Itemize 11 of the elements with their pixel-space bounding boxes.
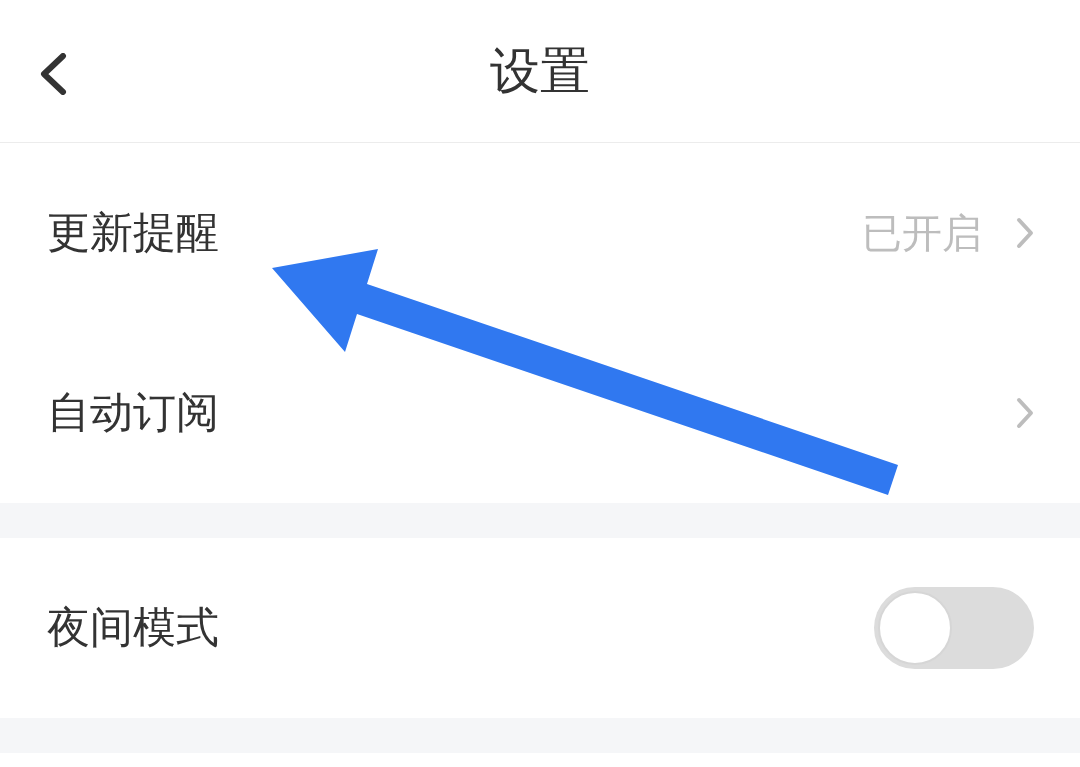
chevron-right-icon xyxy=(1016,397,1034,429)
setting-label: 夜间模式 xyxy=(47,601,219,654)
settings-row[interactable]: 自动订阅 xyxy=(0,323,1080,503)
page-title: 设置 xyxy=(490,40,590,102)
back-chevron-icon xyxy=(39,53,67,95)
chevron-right-icon xyxy=(1016,217,1034,249)
settings-row[interactable]: 更新提醒 已开启 xyxy=(0,143,1080,323)
setting-label: 自动订阅 xyxy=(47,386,219,439)
setting-value: 已开启 xyxy=(862,208,982,258)
setting-label: 更新提醒 xyxy=(47,206,219,259)
settings-row[interactable]: 夜间模式 xyxy=(0,538,1080,718)
